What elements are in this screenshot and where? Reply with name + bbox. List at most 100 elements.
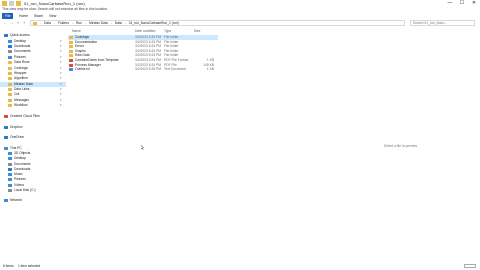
breadcrumb-item[interactable]: Data <box>42 21 53 25</box>
file-icon <box>69 54 73 58</box>
sidebar-item[interactable]: Documents ✦ <box>0 49 66 54</box>
sidebar-item[interactable]: Creative Cloud Files <box>0 114 66 119</box>
file-icon <box>69 63 73 67</box>
sidebar-item-label: Dropbox <box>10 125 23 129</box>
sidebar-item[interactable]: Local Disk (C:) <box>0 188 66 193</box>
folder-icon <box>8 104 12 107</box>
folder-icon <box>4 115 8 118</box>
pin-icon: ✦ <box>59 60 62 64</box>
close-button[interactable]: ✕ <box>468 0 480 7</box>
sidebar-item-label: Data Runs <box>14 60 30 64</box>
address-bar[interactable]: › Data › Folders › Run › Miratax Data › … <box>30 20 405 26</box>
window-controls: — ☐ ✕ <box>444 0 480 7</box>
pin-icon: ✦ <box>59 76 62 80</box>
folder-icon <box>8 173 12 176</box>
pin-icon: ✦ <box>59 49 62 53</box>
sidebar-item[interactable]: Network <box>0 198 66 203</box>
file-type: Text Document <box>164 67 186 72</box>
folder-icon <box>8 45 12 48</box>
folder-icon <box>8 40 12 43</box>
sidebar-item-label: OneDrive <box>10 135 24 139</box>
sidebar-item-label: Desktop <box>14 156 27 160</box>
sidebar-item[interactable]: Dropbox <box>0 125 66 130</box>
sidebar-item-label: Pictures <box>14 177 26 181</box>
folder-icon <box>8 168 12 171</box>
breadcrumb-item[interactable]: 01_run_NanoCarbaseRun_1 (run) <box>127 21 181 25</box>
search-input[interactable]: Search 01_run_Nano... <box>410 20 475 26</box>
folder-icon <box>8 93 12 96</box>
maximize-button[interactable]: ☐ <box>456 0 468 7</box>
view-toggle-icon[interactable] <box>464 264 476 268</box>
sidebar-item[interactable]: Data Runs ✦ <box>0 60 66 65</box>
up-arrow-icon[interactable]: ↑ <box>21 20 27 26</box>
sidebar-item[interactable]: Algorithm ✦ <box>0 76 66 81</box>
file-icon <box>69 68 73 72</box>
pin-icon: ✦ <box>59 92 62 96</box>
back-arrow-icon[interactable]: ← <box>2 20 8 26</box>
pin-icon: ✦ <box>59 103 62 107</box>
file-date: 3/2/2023 6:35 PM <box>135 67 162 72</box>
file-icon <box>69 45 73 49</box>
sidebar-item[interactable]: Workflow ✦ <box>0 103 66 108</box>
folder-icon <box>4 126 8 129</box>
file-icon <box>69 49 73 53</box>
file-icon <box>69 59 73 62</box>
item-count: 8 items <box>3 264 14 268</box>
folder-icon <box>8 61 12 64</box>
folder-icon <box>4 136 8 139</box>
folder-icon <box>4 34 8 37</box>
column-header-name[interactable]: Name <box>72 29 81 34</box>
sidebar-item[interactable]: Pictures <box>0 177 66 182</box>
file-row[interactable]: Outline.txt 3/2/2023 6:35 PM Text Document… <box>68 67 218 72</box>
sidebar-item-label: Workflow <box>14 103 28 107</box>
folder-icon <box>8 152 12 155</box>
sidebar-item-label: Local Disk (C:) <box>14 188 36 192</box>
status-bar: 8 items 1 item selected <box>0 262 480 270</box>
sidebar-item-label: Quick access <box>10 33 30 37</box>
sidebar-item[interactable]: Desktop <box>0 156 66 161</box>
sidebar-item-label: Network <box>10 198 23 202</box>
breadcrumb-item[interactable]: Folders <box>56 21 71 25</box>
quick-access-toolbar <box>2 1 21 6</box>
folder-icon <box>8 72 12 75</box>
file-name: Outline.txt <box>75 67 90 72</box>
folder-icon <box>4 147 8 150</box>
sidebar-item-label: Algorithm <box>14 76 28 80</box>
column-header-type[interactable]: Type <box>164 29 171 34</box>
window-title: 01_run_NanoCarbaseRun_1 (run) <box>24 1 85 6</box>
folder-icon <box>8 184 12 187</box>
folder-icon <box>8 88 12 91</box>
selection-count: 1 item selected <box>18 264 41 268</box>
preview-pane-text: Select a file to preview. <box>384 144 418 148</box>
folder-icon[interactable] <box>2 1 7 6</box>
sidebar-item-label: Out <box>14 92 20 96</box>
breadcrumb-item[interactable]: Run <box>74 21 84 25</box>
navigation-bar: ← → ˅ ↑ › Data › Folders › Run › Miratax… <box>0 19 480 27</box>
minimize-button[interactable]: — <box>444 0 456 7</box>
sidebar-item[interactable]: OneDrive <box>0 135 66 140</box>
navigation-pane: Quick access Desktop ✦ Downloads ✦ Documents ✦… <box>0 29 66 261</box>
folder-icon <box>4 199 8 202</box>
file-size: 1 KB <box>206 67 214 72</box>
folder-icon <box>8 67 12 70</box>
folder-icon <box>8 157 12 160</box>
properties-icon[interactable] <box>9 1 14 6</box>
breadcrumb-item[interactable]: Miratax Data <box>87 21 110 25</box>
folder-icon <box>8 83 12 86</box>
column-header-date[interactable]: Date modified <box>135 29 155 34</box>
sidebar-item[interactable]: Quick access <box>0 33 66 38</box>
folder-icon <box>8 189 12 192</box>
new-folder-icon[interactable] <box>16 1 21 6</box>
folder-icon <box>8 99 12 102</box>
column-header-size[interactable]: Size <box>194 29 200 34</box>
folder-icon <box>8 178 12 181</box>
sidebar-item-label: Creative Cloud Files <box>10 114 40 118</box>
folder-icon <box>8 56 12 59</box>
file-icon <box>69 36 73 39</box>
folder-icon <box>8 77 12 80</box>
file-icon <box>69 40 73 44</box>
breadcrumb-item[interactable]: Data <box>113 21 124 25</box>
folder-icon <box>8 50 12 53</box>
sidebar-item[interactable]: Out ✦ <box>0 92 66 97</box>
title-bar: 01_run_NanoCarbaseRun_1 (run) — ☐ ✕ <box>0 0 480 7</box>
